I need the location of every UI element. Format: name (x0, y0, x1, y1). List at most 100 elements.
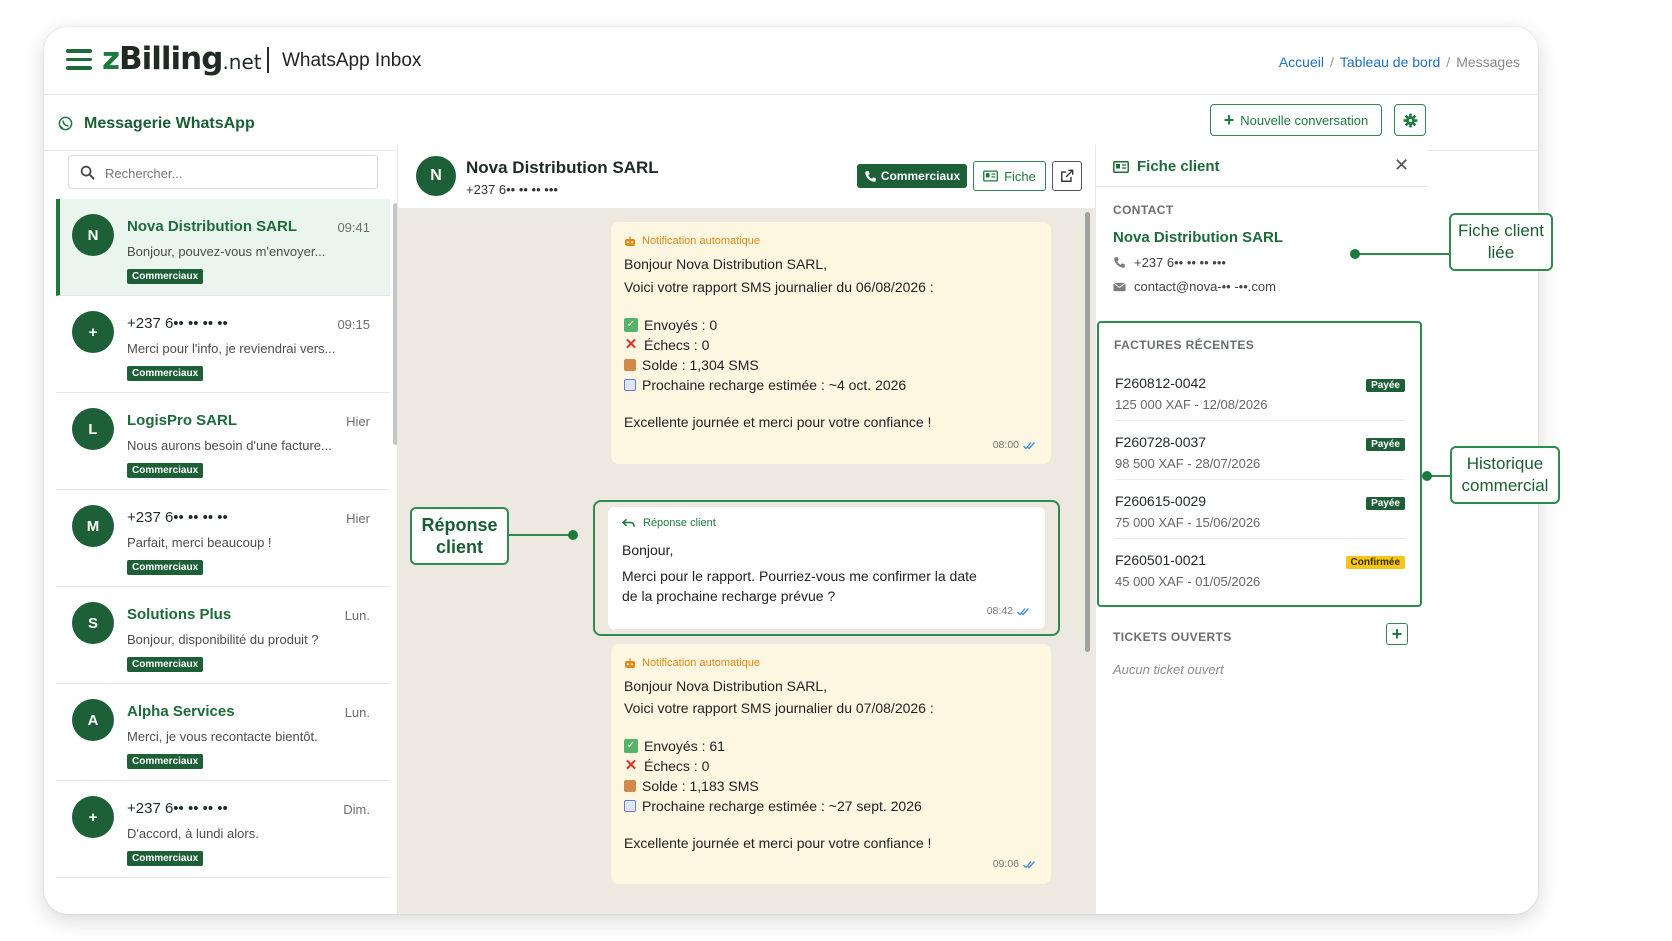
cross-icon: ✕ (624, 336, 638, 353)
status-badge: Confirmée (1345, 556, 1405, 569)
calendar-icon (624, 800, 636, 812)
conversation-item[interactable]: L LogisPro SARL Hier Nous aurons besoin … (56, 393, 390, 490)
chat-contact-phone: +237 6•• •• •• ••• (466, 182, 558, 197)
contact-phone: +237 6•• •• •• ••• (1113, 255, 1226, 270)
invoice-detail: 45 000 XAF - 01/05/2026 (1115, 574, 1261, 589)
search-box[interactable] (68, 155, 378, 189)
conversation-item[interactable]: M +237 6•• •• •• •• Hier Parfait, merci … (56, 490, 390, 587)
top-bar: zBilling.net WhatsApp Inbox Accueil / Tabl… (44, 27, 1538, 95)
message-text: Excellente journée et merci pour votre c… (624, 835, 932, 851)
fiche-button[interactable]: Fiche (973, 161, 1046, 191)
conversation-time: Lun. (344, 705, 370, 720)
commerciaux-tag: Commerciaux (127, 463, 204, 478)
breadcrumb: Accueil / Tableau de bord / Messages (1278, 54, 1520, 70)
contact-section-label: CONTACT (1113, 203, 1174, 217)
avatar: N (72, 214, 114, 256)
settings-button[interactable] (1394, 104, 1426, 136)
client-reply-message: Réponse client Bonjour, Merci pour le ra… (608, 507, 1045, 629)
conversation-time: 09:41 (337, 220, 370, 235)
robot-icon (625, 236, 635, 246)
invoice-detail: 75 000 XAF - 15/06/2026 (1115, 515, 1261, 530)
stat-failed: ✕ Échecs : 0 (624, 757, 710, 774)
section-header: Messagerie WhatsApp + Nouvelle conversati… (44, 95, 1538, 151)
status-badge: Payée (1366, 438, 1405, 451)
add-ticket-button[interactable]: + (1386, 623, 1408, 645)
conversation-item[interactable]: N Nova Distribution SARL 09:41 Bonjour, … (56, 199, 390, 296)
conversation-item[interactable]: A Alpha Services Lun. Merci, je vous rec… (56, 684, 390, 781)
avatar: M (72, 505, 114, 547)
commerciaux-button[interactable]: Commerciaux (857, 164, 967, 188)
avatar: N (416, 156, 456, 196)
notification-label: Notification automatique (624, 656, 1038, 670)
plus-icon: + (1223, 110, 1235, 130)
package-icon (624, 359, 636, 371)
search-input[interactable] (105, 162, 370, 184)
stat-next-recharge: Prochaine recharge estimée : ~4 oct. 202… (624, 375, 1038, 395)
client-sheet-title: Fiche client (1113, 158, 1220, 175)
commerciaux-tag: Commerciaux (127, 754, 204, 769)
chat-contact-name: Nova Distribution SARL (466, 158, 659, 177)
conversation-snippet: D'accord, à lundi alors. (127, 826, 259, 841)
open-external-button[interactable] (1052, 161, 1082, 191)
conversation-item[interactable]: S Solutions Plus Lun. Bonjour, disponibi… (56, 587, 390, 684)
conversation-name: +237 6•• •• •• •• (127, 800, 228, 817)
conversation-list: N Nova Distribution SARL 09:41 Bonjour, … (56, 199, 390, 878)
commerciaux-tag: Commerciaux (127, 560, 204, 575)
chat-scrollbar[interactable] (1085, 212, 1090, 652)
conversation-name: LogisPro SARL (127, 412, 238, 429)
close-icon[interactable]: ✕ (1394, 155, 1409, 176)
id-card-icon (1113, 160, 1129, 173)
breadcrumb-link-accueil[interactable]: Accueil (1279, 54, 1324, 70)
checkbox-icon: ✓ (624, 318, 638, 332)
envelope-icon (1113, 281, 1126, 291)
status-badge: Payée (1366, 497, 1405, 510)
conversation-time: Lun. (344, 608, 370, 623)
breadcrumb-link-tableau-de-bord[interactable]: Tableau de bord (1340, 54, 1440, 70)
notification-label: Notification automatique (624, 234, 1038, 248)
avatar: + (72, 311, 114, 353)
commerciaux-tag: Commerciaux (127, 657, 204, 672)
conversation-name: Alpha Services (127, 703, 235, 720)
stat-next-recharge: Prochaine recharge estimée : ~27 sept. 2… (624, 796, 1038, 816)
invoice-row[interactable]: F260812-0042 125 000 XAF - 12/08/2026 Pa… (1115, 362, 1405, 421)
notification-message: Notification automatique Bonjour Nova Di… (611, 644, 1051, 884)
callout-historique-commercial: Historique commercial (1450, 446, 1560, 504)
invoice-row[interactable]: F260501-0021 45 000 XAF - 01/05/2026 Con… (1115, 539, 1405, 598)
page-title: WhatsApp Inbox (282, 50, 422, 71)
message-text: Bonjour Nova Distribution SARL, (624, 256, 828, 272)
app-logo[interactable]: zBilling.net (102, 41, 262, 77)
conversation-item[interactable]: + +237 6•• •• •• •• Dim. D'accord, à lun… (56, 781, 390, 878)
message-text: Bonjour, (622, 542, 674, 558)
cross-icon: ✕ (624, 757, 638, 774)
conversation-time: Hier (346, 511, 370, 526)
message-text: Voici votre rapport SMS journalier du 07… (624, 700, 934, 716)
status-badge: Payée (1366, 379, 1405, 392)
message-text: Excellente journée et merci pour votre c… (624, 414, 932, 430)
invoice-row[interactable]: F260615-0029 75 000 XAF - 15/06/2026 Pay… (1115, 480, 1405, 539)
new-conversation-button[interactable]: + Nouvelle conversation (1210, 104, 1382, 136)
robot-icon (625, 658, 635, 668)
whatsapp-icon (58, 116, 73, 131)
message-text: de la prochaine recharge prévue ? (622, 588, 836, 604)
message-text: Bonjour Nova Distribution SARL, (624, 678, 828, 694)
commerciaux-tag: Commerciaux (127, 269, 204, 284)
messaging-title: Messagerie WhatsApp (84, 115, 255, 132)
stat-sent: ✓ Envoyés : 61 (624, 736, 1038, 756)
contact-email: contact@nova-•• -••.com (1113, 279, 1276, 294)
conversation-item[interactable]: + +237 6•• •• •• •• 09:15 Merci pour l'i… (56, 296, 390, 393)
hamburger-menu-icon[interactable] (66, 49, 92, 71)
conversation-name: Solutions Plus (127, 606, 232, 623)
external-link-icon (1061, 169, 1074, 182)
invoice-number: F260728-0037 (1115, 434, 1207, 450)
recent-invoices-box: FACTURES RÉCENTES F260812-0042 125 000 X… (1097, 321, 1422, 607)
search-icon (80, 165, 95, 180)
conversation-name: +237 6•• •• •• •• (127, 509, 228, 526)
app-window: zBilling.net WhatsApp Inbox Accueil / Tabl… (44, 27, 1538, 914)
callout-fiche-client-liee: Fiche client liée (1449, 213, 1553, 271)
invoice-row[interactable]: F260728-0037 98 500 XAF - 28/07/2026 Pay… (1115, 421, 1405, 480)
invoice-detail: 98 500 XAF - 28/07/2026 (1115, 456, 1261, 471)
chat-header: N Nova Distribution SARL +237 6•• •• •• … (398, 145, 1095, 209)
stat-balance: Solde : 1,304 SMS (624, 355, 1038, 375)
avatar: A (72, 699, 114, 741)
message-meta: 09:06 (993, 858, 1037, 870)
